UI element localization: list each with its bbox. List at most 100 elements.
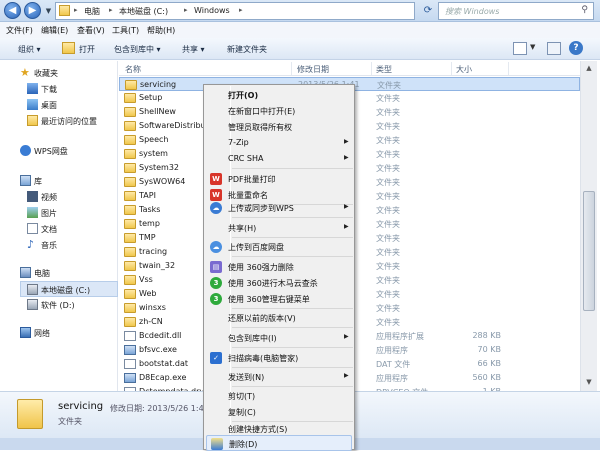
nav-documents[interactable]: 文档 [0,221,117,237]
ctx-include-library[interactable]: 包含到库中(I) ▶ [206,330,352,346]
file-type: 文件夹 [376,192,400,201]
recent-pages-dropdown[interactable]: ▼ [44,5,53,17]
file-name: TMP [139,233,156,242]
nav-favorites[interactable]: ★ 收藏夹 [0,65,117,81]
column-divider[interactable] [291,62,292,75]
file-type: 文件夹 [376,178,400,187]
column-divider[interactable] [451,62,452,75]
nav-computer[interactable]: 电脑 [0,265,117,281]
library-icon [20,175,31,186]
ctx-pdf-batch-print[interactable]: W PDF批量打印 [206,171,352,187]
column-name[interactable]: 名称 [125,64,141,75]
breadcrumb-separator: ▸ [109,6,113,14]
nav-music[interactable]: ♪ 音乐 [0,237,117,253]
file-type: DAT 文件 [376,360,411,369]
column-divider[interactable] [508,62,509,75]
menu-separator [232,308,353,309]
breadcrumb-local-disk[interactable]: 本地磁盘 (C:) [119,6,168,17]
menu-separator [232,237,353,238]
refresh-icon[interactable]: ⟳ [420,3,436,19]
menu-edit[interactable]: 编辑(E) [41,25,68,36]
file-name: D8Ecap.exe [139,373,187,382]
column-divider[interactable] [371,62,372,75]
ctx-restore-previous[interactable]: 还原以前的版本(V) [206,310,352,326]
menu-view[interactable]: 查看(V) [77,25,105,36]
view-options-icon[interactable] [513,42,527,55]
music-icon: ♪ [27,238,35,251]
ctx-360-manage-menu[interactable]: 3 使用 360管理右键菜单 [206,291,352,307]
ctx-scan-virus[interactable]: ✓ 扫描病毒(电脑管家) [206,350,352,366]
menu-separator [232,386,353,387]
file-type: 文件夹 [376,262,400,271]
scrollbar-thumb[interactable] [583,191,595,311]
nav-desktop[interactable]: 桌面 [0,97,117,113]
search-input[interactable]: 搜索 Windows ⚲ [438,2,594,20]
folder-icon [124,247,136,257]
nav-videos[interactable]: 视频 [0,189,117,205]
folder-icon [124,135,136,145]
nav-library[interactable]: 库 [0,173,117,189]
scroll-up-arrow-icon[interactable]: ▲ [581,61,597,76]
preview-pane-icon[interactable] [547,42,561,55]
ctx-crc-sha[interactable]: CRC SHA ▶ [206,151,352,167]
ctx-delete[interactable]: 删除(D) [206,435,352,451]
ctx-upload-wps[interactable]: ☁ 上传或同步到WPS ▶ [206,200,352,216]
organize-button[interactable]: 组织 ▾ [18,44,41,55]
menu-file[interactable]: 文件(F) [6,25,33,36]
back-button[interactable]: ◀ [4,2,21,19]
ctx-share[interactable]: 共享(H) ▶ [206,220,352,236]
include-in-library-button[interactable]: 包含到库中 ▾ [114,44,161,55]
menu-separator [232,367,353,368]
nav-software-disk-d[interactable]: 软件 (D:) [0,297,117,313]
ctx-open[interactable]: 打开(O) [206,87,352,103]
scroll-down-arrow-icon[interactable]: ▼ [581,375,597,390]
view-dropdown-icon[interactable]: ▼ [530,43,535,51]
forward-button[interactable]: ▶ [24,2,41,19]
menu-separator [232,256,353,257]
ctx-open-new-window[interactable]: 在新窗口中打开(E) [206,103,352,119]
ctx-cut[interactable]: 剪切(T) [206,388,352,404]
address-field[interactable]: ▸ 电脑 ▸ 本地磁盘 (C:) ▸ Windows ▸ ▼ [55,2,458,20]
shredder-icon: ▤ [210,261,222,273]
360-icon: 3 [210,277,222,289]
column-date[interactable]: 修改日期 [297,64,329,75]
vertical-scrollbar[interactable]: ▲ ▼ [580,61,597,391]
ctx-take-ownership[interactable]: 管理员取得所有权 [206,119,352,135]
nav-recent-places[interactable]: 最近访问的位置 [0,113,117,129]
search-icon[interactable]: ⚲ [581,5,588,15]
breadcrumb-separator: ▸ [74,6,78,14]
column-size[interactable]: 大小 [456,64,472,75]
file-name: system [139,149,168,158]
nav-local-disk-c[interactable]: 本地磁盘 (C:) [20,281,118,297]
folder-icon [124,275,136,285]
share-button[interactable]: 共享 ▾ [182,44,205,55]
breadcrumb-computer[interactable]: 电脑 [84,6,100,17]
nav-wps-drive[interactable]: WPS网盘 [0,143,117,159]
nav-network[interactable]: 网络 [0,325,117,341]
nav-downloads[interactable]: 下载 [0,81,117,97]
ctx-360-trojan-scan[interactable]: 3 使用 360进行木马云查杀 [206,275,352,291]
help-icon[interactable]: ? [569,41,583,55]
document-icon [27,223,38,234]
open-button[interactable]: 打开 [79,44,95,55]
ctx-360-force-delete[interactable]: ▤ 使用 360强力删除 [206,259,352,275]
breadcrumb-windows[interactable]: Windows [194,6,230,15]
menu-help[interactable]: 帮助(H) [147,25,175,36]
application-icon [124,373,136,383]
submenu-arrow-icon: ▶ [344,203,349,210]
column-type[interactable]: 类型 [376,64,392,75]
file-name: Speech [139,135,169,144]
new-folder-button[interactable]: 新建文件夹 [227,44,267,55]
file-type: 文件夹 [376,136,400,145]
file-name: bfsvc.exe [139,345,177,354]
menu-tools[interactable]: 工具(T) [112,25,139,36]
file-type: 应用程序 [376,346,408,355]
ctx-upload-baidu[interactable]: ☁ 上传到百度网盘 [206,239,352,255]
ctx-send-to[interactable]: 发送到(N) ▶ [206,369,352,385]
ctx-7zip[interactable]: 7-Zip ▶ [206,135,352,151]
menu-separator [232,347,353,348]
nav-pictures[interactable]: 图片 [0,205,117,221]
picture-icon [27,207,38,218]
folder-icon [124,177,136,187]
ctx-copy[interactable]: 复制(C) [206,404,352,420]
